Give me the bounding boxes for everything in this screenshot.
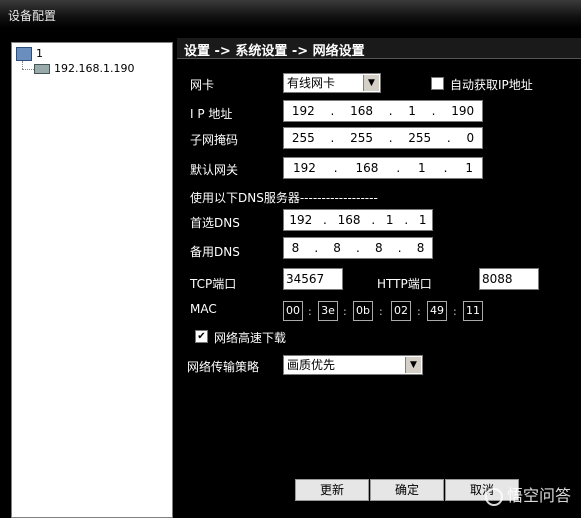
mask-octet-4[interactable]: 0 [466,131,474,145]
mask-field[interactable]: 255. 255. 255. 0 [283,127,483,149]
tree-child-label: 192.168.1.190 [54,62,135,75]
dns1-octet-3[interactable]: 1 [386,213,394,227]
tree-connector-h [22,69,34,71]
title-bar: 设备配置 [0,0,581,28]
mac-octet-5[interactable]: 49 [427,301,447,321]
watermark-text: 悟空问答 [506,486,571,505]
strategy-label: 网络传输策略 [187,360,260,374]
gw-octet-4[interactable]: 1 [465,161,473,175]
dot-sep: . [431,104,436,118]
breadcrumb: 设置 -> 系统设置 -> 网络设置 [177,38,581,59]
colon-sep: : [379,305,383,318]
dot-sep: . [314,241,319,255]
auto-ip-label: 自动获取IP地址 [450,78,533,92]
dot-sep: . [396,161,401,175]
mac-octet-3[interactable]: 0b [353,301,373,321]
dns-backup-label: 备用DNS [190,245,240,259]
strategy-select[interactable]: 画质优先 ▼ [283,355,423,375]
mac-octet-4[interactable]: 02 [391,301,411,321]
tree-connector [22,61,24,69]
nic-select-value: 有线网卡 [287,76,336,90]
ip-field[interactable]: 192. 168. 1. 190 [283,100,483,122]
ip-octet-1[interactable]: 192 [292,104,315,118]
colon-sep: : [417,305,421,318]
dns-backup-field[interactable]: 8. 8. 8. 8 [283,237,433,259]
dot-sep: . [397,241,402,255]
mask-octet-3[interactable]: 255 [408,131,431,145]
wukong-logo-icon [484,487,503,506]
auto-ip-checkbox[interactable] [431,77,444,90]
fast-download-label: 网络高速下载 [214,331,287,345]
nic-label: 网卡 [190,78,215,92]
dot-sep: . [371,213,376,227]
dot-sep: . [356,241,360,255]
nic-select[interactable]: 有线网卡 ▼ [283,73,381,93]
gateway-field[interactable]: 192. 168. 1. 1 [283,157,483,179]
device-tree[interactable]: 1 192.168.1.190 [11,42,173,518]
strategy-select-value: 画质优先 [287,358,336,372]
ok-button[interactable]: 确定 [370,479,444,501]
chevron-down-icon[interactable]: ▼ [363,75,379,91]
dot-sep: . [388,104,393,118]
mask-label: 子网掩码 [190,133,239,147]
http-port-input[interactable]: 8088 [479,268,539,290]
gw-octet-2[interactable]: 168 [356,161,379,175]
colon-sep: : [343,305,347,318]
mask-octet-2[interactable]: 255 [350,131,373,145]
dns1-octet-2[interactable]: 168 [338,213,361,227]
tcp-port-input[interactable]: 34567 [283,268,343,290]
dns1-octet-4[interactable]: 1 [419,213,427,227]
watermark: 悟空问答 [484,482,571,506]
gw-octet-3[interactable]: 1 [418,161,426,175]
dns-primary-label: 首选DNS [190,216,240,230]
dot-sep: . [404,213,409,227]
mask-octet-1[interactable]: 255 [292,131,315,145]
ip-octet-4[interactable]: 190 [451,104,474,118]
tree-root-label: 1 [36,47,43,60]
ip-octet-2[interactable]: 168 [350,104,373,118]
chevron-down-icon[interactable]: ▼ [405,357,421,373]
network-device-icon [34,64,50,74]
dot-sep: . [333,161,338,175]
ip-label: I P 地址 [190,107,233,121]
dot-sep: . [330,104,335,118]
device-group-icon [16,47,32,61]
dot-sep: . [446,131,451,145]
dot-sep: . [443,161,448,175]
ip-octet-3[interactable]: 1 [408,104,416,118]
dns-primary-field[interactable]: 192. 168. 1. 1 [283,209,433,231]
tree-item-device[interactable]: 192.168.1.190 [34,62,134,75]
http-port-label: HTTP端口 [377,277,432,291]
dns1-octet-1[interactable]: 192 [289,213,312,227]
dns2-octet-4[interactable]: 8 [417,241,425,255]
tree-root-item[interactable]: 1 [16,47,43,61]
mac-octet-6[interactable]: 11 [463,301,483,321]
gw-octet-1[interactable]: 192 [293,161,316,175]
breadcrumb-text: 设置 -> 系统设置 -> 网络设置 [184,44,365,59]
dot-sep: . [388,131,393,145]
mac-octet-1[interactable]: 00 [283,301,303,321]
mac-octet-2[interactable]: 3e [318,301,338,321]
gateway-label: 默认网关 [190,163,239,177]
tcp-port-label: TCP端口 [190,277,237,291]
dot-sep: . [330,131,335,145]
dns-section-label: 使用以下DNS服务器------------------ [190,191,378,205]
settings-panel: 设置 -> 系统设置 -> 网络设置 网卡 有线网卡 ▼ 自动获取IP地址 I … [177,38,581,516]
dns2-octet-1[interactable]: 8 [292,241,300,255]
colon-sep: : [308,305,312,318]
dns2-octet-3[interactable]: 8 [375,241,383,255]
mac-label: MAC [190,302,217,316]
fast-download-checkbox[interactable]: ✔ [195,330,208,343]
dot-sep: . [323,213,327,227]
dns2-octet-2[interactable]: 8 [333,241,341,255]
refresh-button[interactable]: 更新 [295,479,369,501]
window-title: 设备配置 [8,9,57,23]
colon-sep: : [453,305,457,318]
